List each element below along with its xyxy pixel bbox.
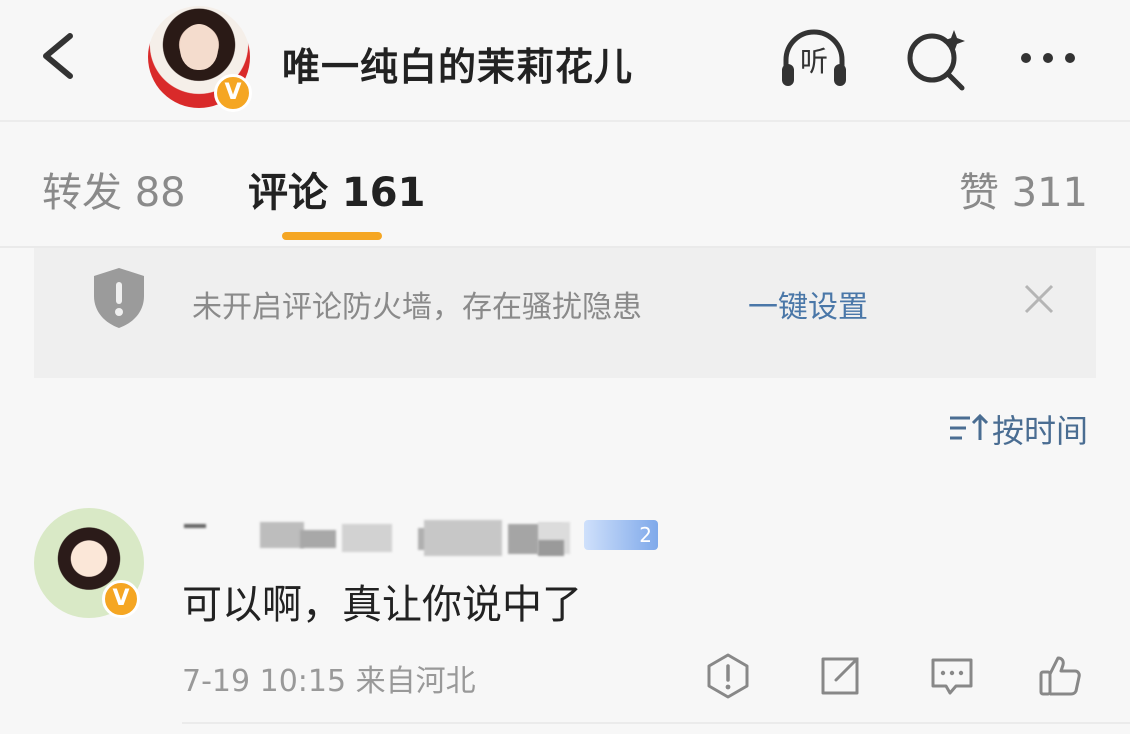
- tab-like[interactable]: 赞 311: [959, 160, 1088, 218]
- one-click-setup-link[interactable]: 一键设置: [748, 282, 868, 326]
- commenter-name-blurred[interactable]: [182, 518, 652, 556]
- listen-label: 听: [799, 45, 828, 78]
- author-avatar[interactable]: V: [148, 6, 252, 112]
- close-icon[interactable]: [1022, 282, 1056, 316]
- comment-icon[interactable]: [928, 652, 976, 700]
- like-icon[interactable]: [1036, 652, 1084, 700]
- top-bar: V 唯一纯白的茉莉花儿 听: [0, 0, 1130, 120]
- report-icon[interactable]: [704, 652, 752, 700]
- tab-comment[interactable]: 评论 161: [248, 160, 425, 218]
- active-tab-indicator: [282, 232, 382, 240]
- verified-badge: V: [102, 580, 140, 618]
- more-icon[interactable]: [1012, 24, 1084, 94]
- comment-meta: 7-19 10:15 来自河北: [182, 664, 476, 699]
- page-title[interactable]: 唯一纯白的茉莉花儿: [282, 36, 633, 91]
- back-icon[interactable]: [36, 28, 84, 84]
- notice-text: 未开启评论防火墙，存在骚扰隐患: [192, 290, 642, 325]
- tab-repost[interactable]: 转发 88: [42, 160, 186, 218]
- sort-icon: [950, 413, 988, 440]
- avatar-face: [180, 24, 218, 70]
- tab-bar: 转发 88 评论 161 赞 311: [0, 122, 1130, 246]
- verified-badge: V: [214, 74, 252, 112]
- comment-divider: [182, 722, 1130, 724]
- comment-firewall-notice: 未开启评论防火墙，存在骚扰隐患 一键设置: [34, 248, 1096, 378]
- share-icon[interactable]: [816, 652, 864, 700]
- user-level-tag: 2: [584, 520, 658, 550]
- search-icon[interactable]: [900, 24, 972, 94]
- sort-label: 按时间: [992, 412, 1089, 450]
- commenter-avatar[interactable]: V: [34, 508, 144, 618]
- shield-icon: [94, 268, 144, 328]
- comment-text[interactable]: 可以啊，真让你说中了: [182, 572, 582, 630]
- listen-button[interactable]: 听: [778, 24, 850, 94]
